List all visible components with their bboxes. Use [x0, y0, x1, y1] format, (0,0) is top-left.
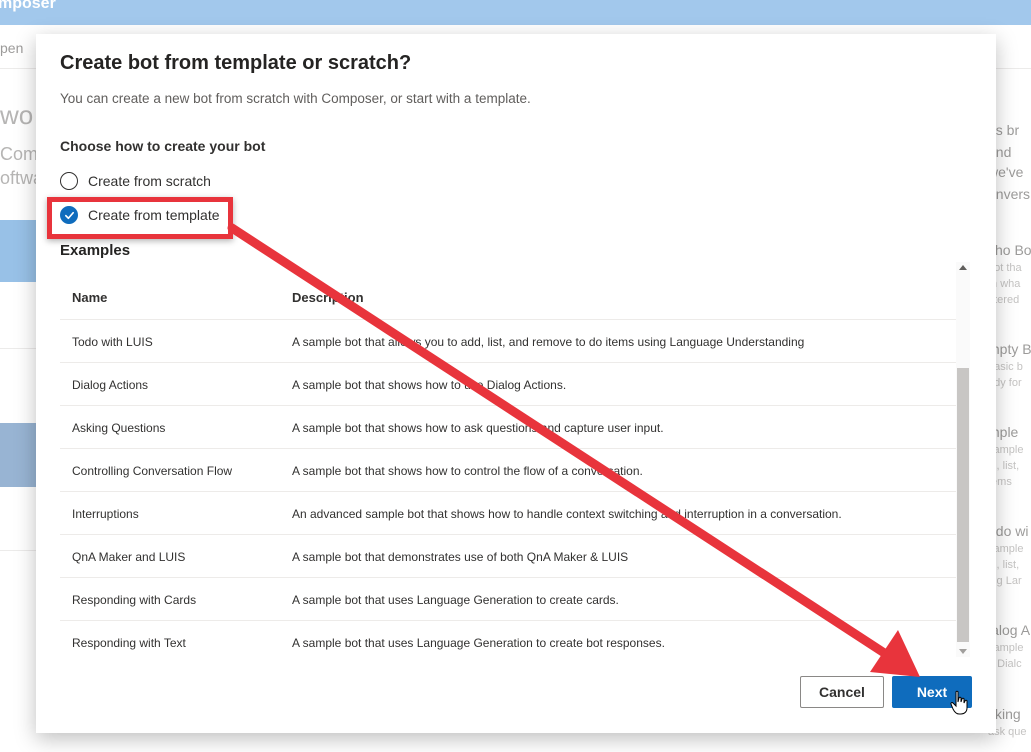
annotation-arrow-icon — [227, 223, 920, 677]
hand-cursor-icon — [950, 690, 968, 715]
